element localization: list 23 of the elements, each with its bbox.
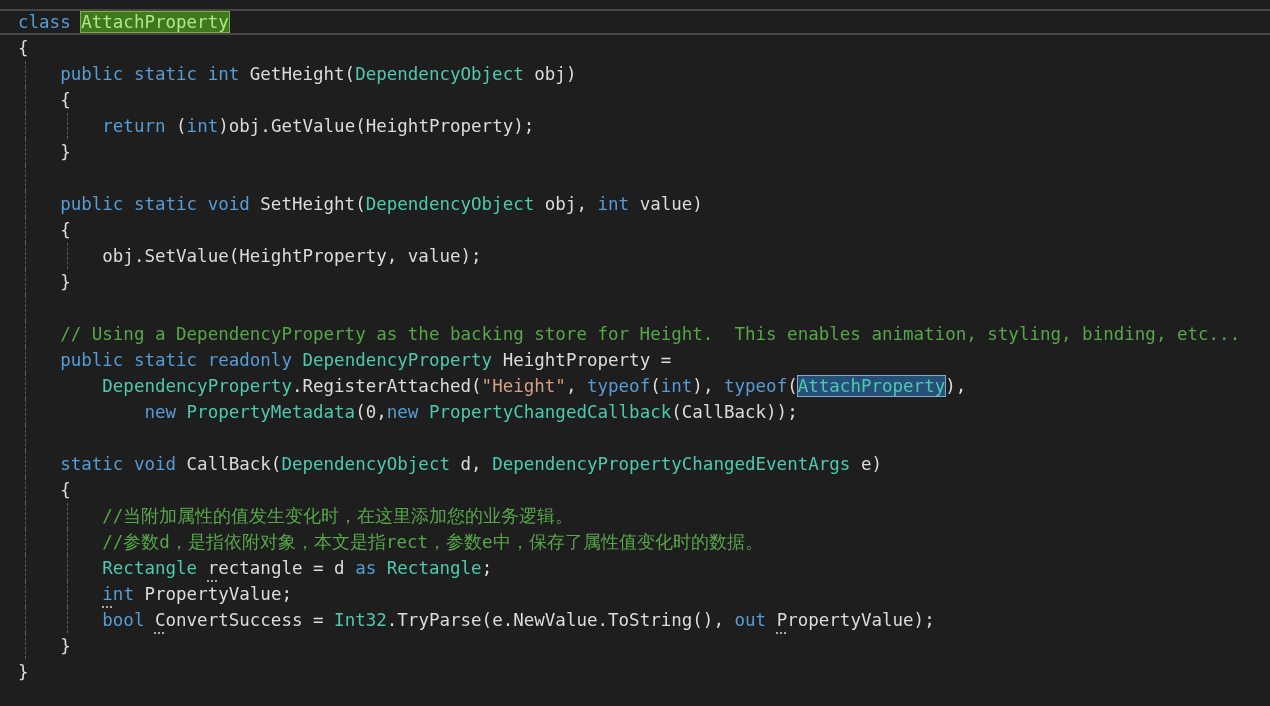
code-line: }	[59, 141, 71, 164]
code-line: Rectangle rectangle = d as Rectangle;	[101, 557, 493, 580]
code-line: return (int)obj.GetValue(HeightProperty);	[101, 115, 535, 138]
code-line: // Using a DependencyProperty as the backing store for Height. This enables animation, styling, binding, etc...	[59, 323, 1241, 346]
code-line: new PropertyMetadata(0,new PropertyChangedCallback(CallBack));	[143, 401, 798, 424]
code-line: bool ConvertSuccess = Int32.TryParse(e.NewValue.ToString(), out PropertyValue);	[101, 609, 935, 632]
code-line: //参数d，是指依附对象，本文是指rect，参数e中，保存了属性值变化时的数据。	[101, 531, 763, 554]
code-line: public static readonly DependencyProperty HeightProperty =	[59, 349, 672, 372]
code-line: {	[59, 89, 71, 112]
code-line: }	[59, 635, 71, 658]
code-line: }	[18, 661, 29, 684]
code-line: {	[59, 479, 71, 502]
code-line: {	[59, 219, 71, 242]
code-line: int PropertyValue;	[101, 583, 292, 606]
code-line: public static void SetHeight(DependencyObject obj, int value)	[59, 193, 703, 216]
code-line: }	[59, 271, 71, 294]
code-line: static void CallBack(DependencyObject d, DependencyPropertyChangedEventArgs e)	[59, 453, 882, 476]
code-line: DependencyProperty.RegisterAttached("Height", typeof(int), typeof(AttachProperty),	[101, 375, 967, 398]
code-line: //当附加属性的值发生变化时，在这里添加您的业务逻辑。	[101, 505, 574, 528]
code-line: {	[18, 37, 29, 60]
code-line: public static int GetHeight(DependencyObject obj)	[59, 63, 577, 86]
code-line: obj.SetValue(HeightProperty, value);	[101, 245, 482, 268]
code-line: class AttachProperty	[18, 11, 229, 34]
